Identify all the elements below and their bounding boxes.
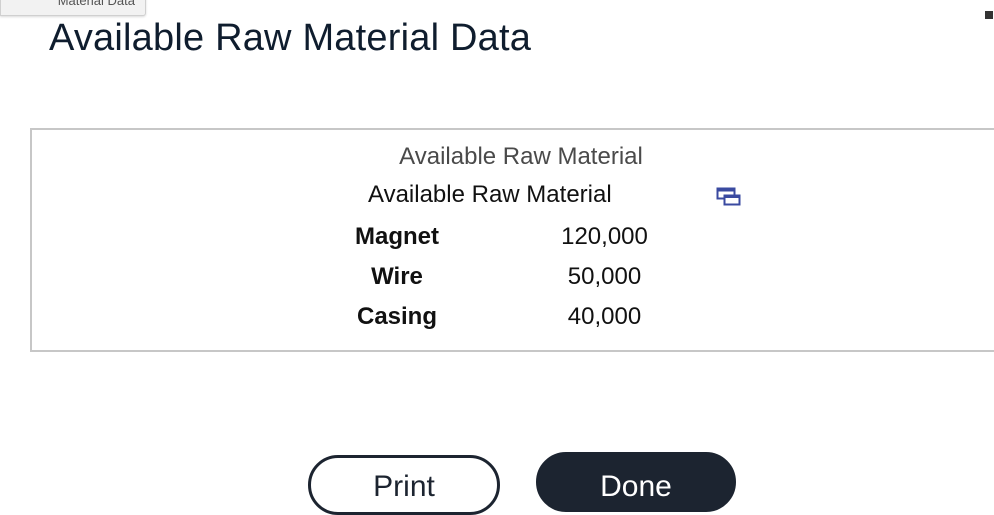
material-quantity: 120,000: [561, 223, 648, 250]
print-button[interactable]: Print: [308, 455, 500, 515]
resize-handle-icon[interactable]: [985, 11, 993, 19]
material-name: Casing: [356, 303, 437, 330]
done-button[interactable]: Done: [536, 452, 736, 512]
data-panel: Available Raw Material Available Raw Mat…: [30, 128, 994, 352]
popout-window-icon[interactable]: [716, 186, 742, 208]
table-caption: Available Raw Material: [399, 143, 643, 170]
material-quantity: 50,000: [567, 263, 642, 290]
window-tab[interactable]: Material Data: [0, 0, 146, 16]
page-title: Available Raw Material Data: [49, 17, 532, 59]
material-name: Wire: [371, 263, 423, 290]
table-row: Wire 50,000: [332, 263, 672, 293]
table-row: Casing 40,000: [332, 303, 672, 333]
table-header: Available Raw Material: [368, 181, 612, 208]
window-tab-label: Material Data: [57, 0, 135, 8]
table-row: Magnet 120,000: [332, 223, 672, 253]
material-name: Magnet: [355, 223, 439, 250]
material-quantity: 40,000: [567, 303, 642, 330]
